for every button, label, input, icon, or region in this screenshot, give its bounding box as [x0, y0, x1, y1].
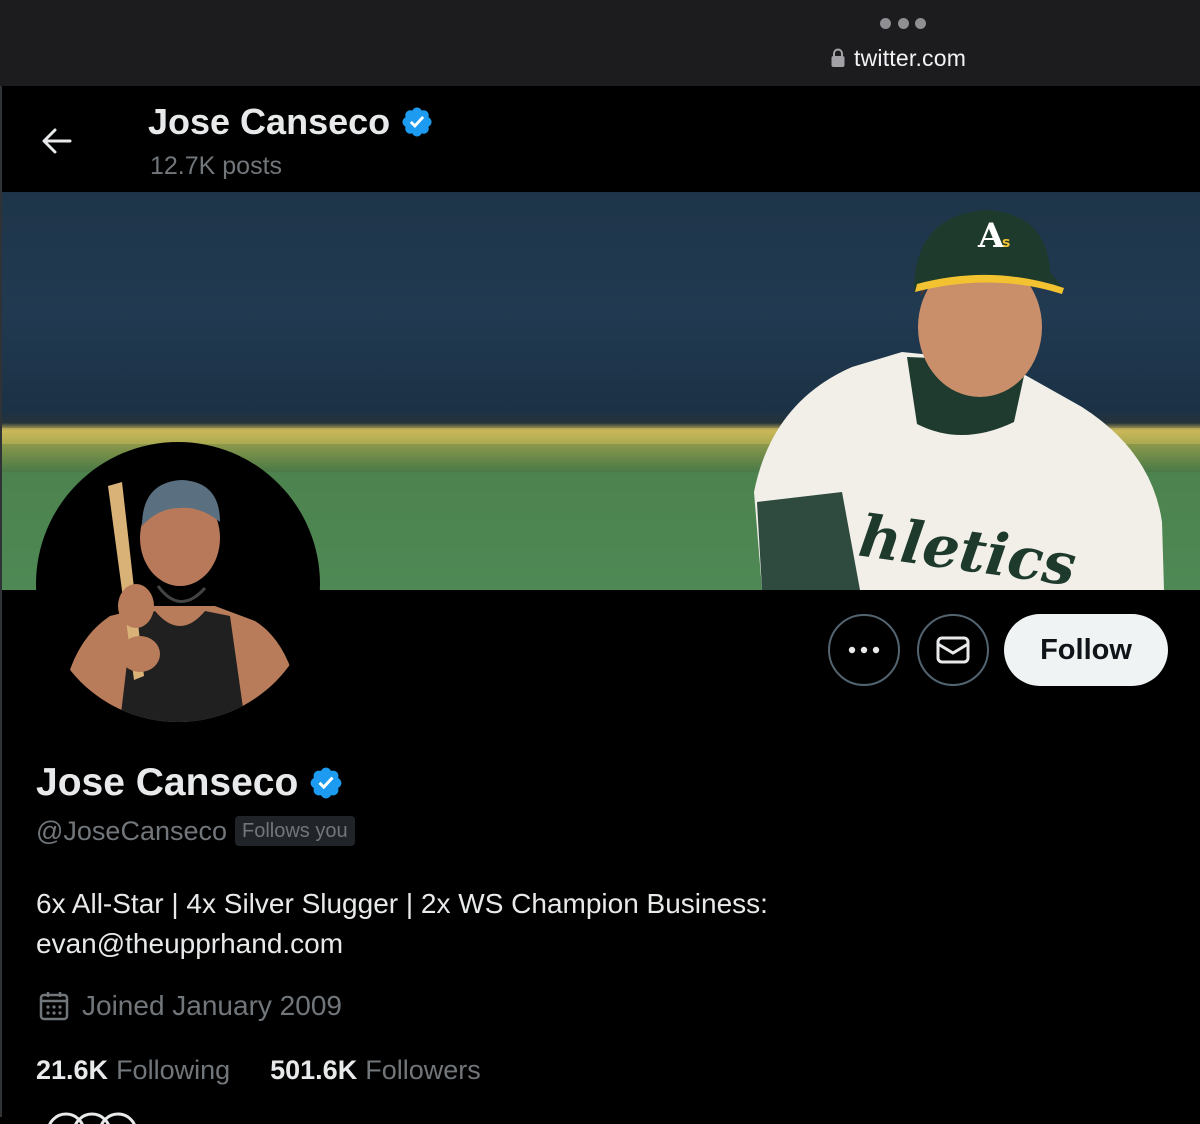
following-count: 21.6K	[36, 1054, 109, 1085]
profile-name-row: Jose Canseco	[36, 760, 344, 806]
browser-toolbar: twitter.com	[0, 0, 1200, 86]
lock-icon	[831, 48, 845, 67]
profile-bio: 6x All-Star | 4x Silver Slugger | 2x WS …	[36, 888, 768, 959]
post-count: 12.7K posts	[150, 152, 283, 180]
follow-stats: 21.6K Following 501.6K Followers	[36, 1052, 481, 1088]
envelope-icon	[936, 636, 970, 664]
calendar-icon	[39, 992, 69, 1021]
url-text: twitter.com	[854, 44, 967, 71]
profile-name: Jose Canseco	[36, 761, 299, 804]
more-options-button[interactable]	[828, 614, 900, 686]
join-date: Joined January 2009	[38, 986, 342, 1026]
profile-avatar[interactable]	[36, 442, 320, 726]
message-button[interactable]	[917, 614, 989, 686]
followers-count: 501.6K	[270, 1054, 358, 1085]
ellipsis-icon	[848, 646, 880, 654]
address-bar[interactable]: twitter.com	[830, 44, 966, 72]
svg-text:A: A	[977, 216, 1005, 256]
verified-badge-icon[interactable]	[308, 765, 344, 801]
follow-button[interactable]: Follow	[1004, 614, 1168, 686]
arrow-left-icon[interactable]	[40, 124, 74, 158]
user-handle: @JoseCanseco	[36, 815, 228, 846]
header-name: Jose Canseco	[148, 101, 391, 142]
joined-text: Joined January 2009	[82, 990, 342, 1021]
verified-badge-icon	[402, 107, 432, 137]
follows-you-badge: Follows you	[235, 816, 355, 846]
followers-link[interactable]: 501.6K Followers	[270, 1055, 481, 1086]
following-link[interactable]: 21.6K Following	[36, 1055, 230, 1086]
svg-text:s: s	[1002, 235, 1010, 251]
avatar-image	[40, 446, 316, 722]
mutual-followers-avatars[interactable]	[46, 1110, 136, 1124]
handle-row: @JoseCanseco Follows you	[36, 814, 355, 848]
profile-header: Jose Canseco 12.7K posts	[2, 86, 1200, 192]
following-label: Following	[116, 1054, 231, 1085]
header-title: Jose Canseco	[148, 100, 434, 144]
ellipsis-icon[interactable]	[880, 17, 926, 29]
profile-page: Jose Canseco 12.7K posts A s hletics Fol…	[0, 86, 1200, 1124]
followers-label: Followers	[365, 1054, 481, 1085]
